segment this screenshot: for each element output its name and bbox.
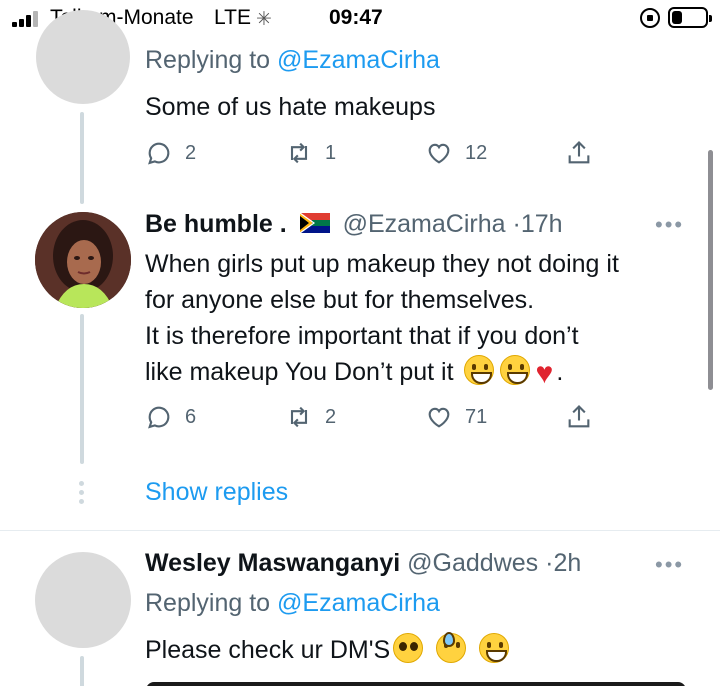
bottom-bar bbox=[146, 682, 686, 686]
user-handle[interactable]: @Gaddwes bbox=[407, 549, 538, 577]
retweet-icon bbox=[290, 406, 308, 428]
grinning-face-icon bbox=[499, 355, 530, 385]
thread-line bbox=[80, 112, 84, 204]
share-icon bbox=[568, 405, 590, 428]
replying-to-label: Replying to bbox=[145, 589, 278, 617]
replying-to: Replying to @EzamaCirha bbox=[145, 589, 440, 618]
heart-icon bbox=[428, 143, 450, 164]
scrollbar[interactable] bbox=[708, 150, 713, 390]
avatar[interactable] bbox=[35, 212, 131, 308]
share-button[interactable] bbox=[565, 402, 593, 432]
reply-count: 2 bbox=[185, 141, 197, 164]
replying-to-handle[interactable]: @EzamaCirha bbox=[277, 46, 440, 74]
south-africa-flag-icon bbox=[299, 213, 330, 233]
status-time: 09:47 bbox=[329, 6, 383, 29]
grinning-face-icon bbox=[463, 355, 494, 385]
reply-icon bbox=[148, 406, 170, 429]
separator-dot: · bbox=[512, 210, 521, 238]
more-options-icon[interactable]: ••• bbox=[655, 212, 684, 238]
display-name[interactable]: Wesley Maswanganyi bbox=[145, 549, 400, 577]
like-count: 12 bbox=[465, 141, 488, 164]
retweet-button[interactable]: 1 bbox=[285, 138, 336, 168]
tweet-actions: 2 1 12 bbox=[145, 138, 595, 168]
tweet-text-tail: . bbox=[556, 358, 564, 386]
red-heart-icon: ♥ bbox=[535, 357, 554, 390]
tweet-text: When girls put up makeup they not doing … bbox=[145, 246, 619, 392]
tweet-text-line: for anyone else but for themselves. bbox=[145, 286, 535, 314]
display-name[interactable]: Be humble . bbox=[145, 210, 287, 238]
tweet-text-line: Some of us hate makeups bbox=[145, 93, 436, 121]
tweet-header: Wesley Maswanganyi @Gaddwes ·2h bbox=[145, 549, 581, 578]
thread-line bbox=[80, 314, 84, 464]
rotation-lock-icon bbox=[640, 8, 660, 28]
laughing-face-icon bbox=[479, 633, 510, 663]
tweet-header: Be humble . @EzamaCirha ·17h bbox=[145, 210, 563, 239]
share-button[interactable] bbox=[565, 138, 593, 168]
user-handle[interactable]: @EzamaCirha bbox=[343, 210, 506, 238]
tweet-text: Some of us hate makeups bbox=[145, 89, 435, 125]
like-button[interactable]: 71 bbox=[425, 402, 487, 432]
share-icon bbox=[568, 141, 590, 164]
tweet-text: Please check ur DM'S bbox=[145, 632, 512, 668]
retweet-count: 1 bbox=[325, 141, 337, 164]
tweet-text-line: When girls put up makeup they not doing … bbox=[145, 250, 619, 278]
grinning-sweat-face-icon bbox=[436, 632, 467, 663]
tweet-text-line: It is therefore important that if you do… bbox=[145, 322, 579, 350]
like-count: 71 bbox=[465, 405, 488, 428]
profile-photo bbox=[35, 212, 131, 308]
tweet-text-line: Please check ur DM'S bbox=[145, 636, 391, 664]
heart-icon bbox=[428, 407, 450, 428]
thread-line bbox=[80, 656, 84, 686]
retweet-button[interactable]: 2 bbox=[285, 402, 336, 432]
network-type: LTE bbox=[214, 6, 251, 29]
tweet-time[interactable]: 2h bbox=[553, 549, 581, 577]
cellular-signal-icon bbox=[12, 11, 42, 27]
show-replies-link[interactable]: Show replies bbox=[145, 478, 288, 507]
reply-button[interactable]: 2 bbox=[145, 138, 196, 168]
battery-icon bbox=[668, 7, 712, 28]
like-button[interactable]: 12 bbox=[425, 138, 487, 168]
retweet-icon bbox=[290, 142, 308, 164]
tweet-text-line: like makeup You Don’t put it bbox=[145, 358, 454, 386]
tweet-time[interactable]: 17h bbox=[521, 210, 563, 238]
avatar[interactable] bbox=[36, 10, 130, 104]
pleading-face-icon bbox=[393, 633, 424, 663]
thread-dots-icon bbox=[79, 481, 85, 508]
avatar[interactable] bbox=[35, 552, 131, 648]
divider bbox=[0, 530, 720, 531]
replying-to-handle[interactable]: @EzamaCirha bbox=[277, 589, 440, 617]
reply-count: 6 bbox=[185, 405, 197, 428]
loading-spinner-icon: ✳ bbox=[256, 9, 272, 30]
replying-to-label: Replying to bbox=[145, 46, 278, 74]
reply-icon bbox=[148, 142, 170, 165]
retweet-count: 2 bbox=[325, 405, 337, 428]
replying-to: Replying to @EzamaCirha bbox=[145, 46, 440, 75]
tweet-actions: 6 2 71 bbox=[145, 402, 595, 432]
more-options-icon[interactable]: ••• bbox=[655, 552, 684, 578]
reply-button[interactable]: 6 bbox=[145, 402, 196, 432]
